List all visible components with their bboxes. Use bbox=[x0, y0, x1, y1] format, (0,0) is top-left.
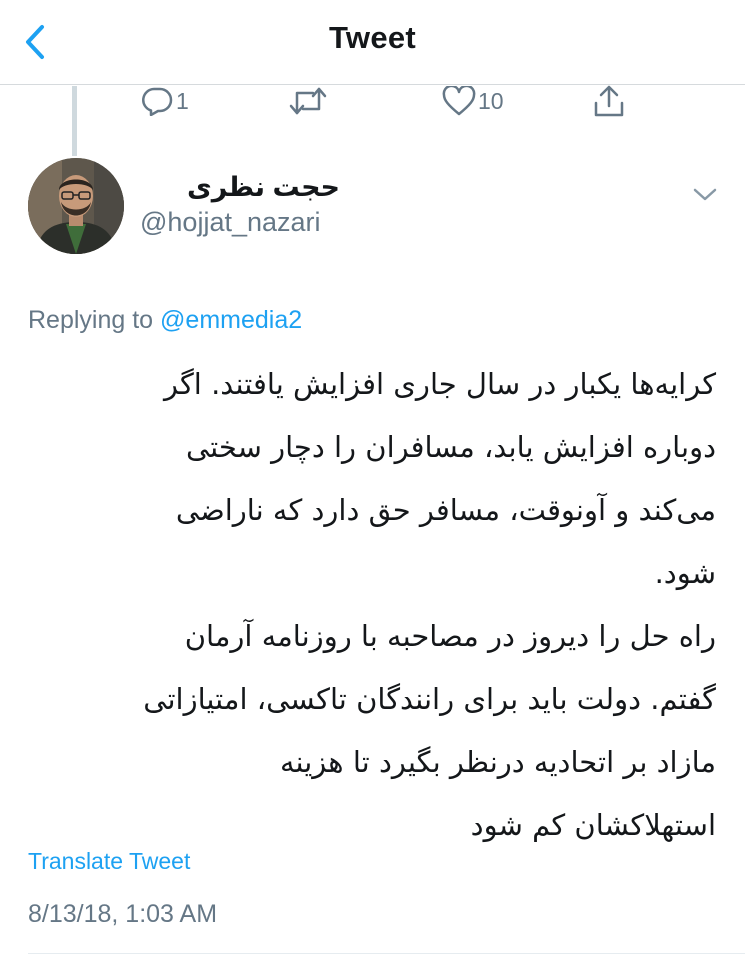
divider bbox=[28, 953, 745, 954]
author-handle[interactable]: @hojjat_nazari bbox=[140, 207, 321, 238]
share-icon bbox=[594, 85, 624, 117]
author-display-name[interactable]: حجت نظری bbox=[140, 172, 340, 203]
top-bar: Tweet bbox=[0, 0, 745, 85]
translate-tweet-link[interactable]: Translate Tweet bbox=[28, 848, 190, 875]
retweet-button[interactable] bbox=[288, 84, 330, 118]
replying-to-label: Replying to bbox=[28, 306, 161, 334]
tweet-options-button[interactable] bbox=[690, 182, 720, 206]
reply-count: 1 bbox=[176, 87, 189, 114]
avatar[interactable] bbox=[28, 158, 124, 254]
profile-photo bbox=[28, 158, 124, 254]
page-title: Tweet bbox=[328, 20, 417, 55]
tweet-timestamp: 8/13/18, 1:03 AM bbox=[28, 900, 218, 928]
retweet-icon bbox=[289, 87, 327, 115]
replying-to-line: Replying to @emmedia2 bbox=[28, 306, 302, 335]
share-button[interactable] bbox=[592, 84, 626, 118]
tweet-body-text: کرایه‌ها یکبار در سال جاری افزایش یافتند… bbox=[143, 367, 716, 842]
replying-to-mention-link[interactable]: @emmedia2 bbox=[160, 306, 302, 334]
tweet-action-bar: 1 10 bbox=[0, 84, 745, 124]
chevron-down-icon bbox=[693, 188, 717, 201]
like-count: 10 bbox=[478, 87, 504, 114]
like-button[interactable]: 10 bbox=[442, 84, 504, 118]
reply-icon bbox=[142, 87, 173, 116]
like-icon bbox=[442, 86, 476, 116]
reply-button[interactable]: 1 bbox=[140, 84, 189, 118]
